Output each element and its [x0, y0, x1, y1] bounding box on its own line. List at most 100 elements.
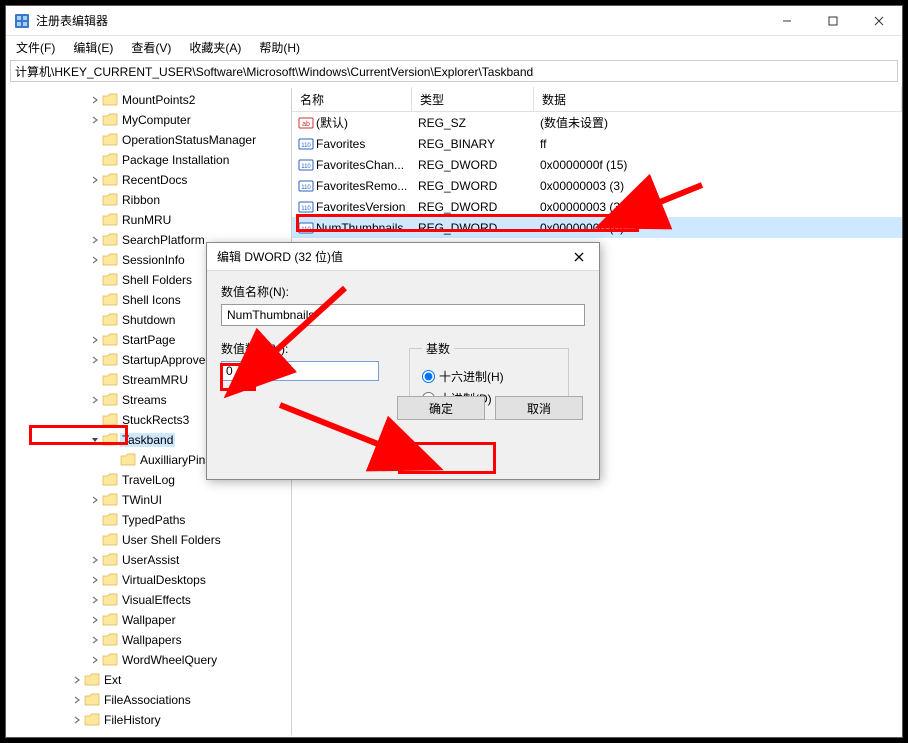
- value-name: NumThumbnails: [316, 221, 403, 235]
- folder-icon: [102, 413, 118, 427]
- caret-right-icon[interactable]: [88, 553, 102, 567]
- hex-radio-row[interactable]: 十六进制(H): [422, 365, 556, 387]
- tree-item[interactable]: MyComputer: [6, 110, 291, 130]
- tree-label: StuckRects3: [120, 413, 191, 427]
- tree-label: StreamMRU: [120, 373, 190, 387]
- caret-right-icon[interactable]: [88, 353, 102, 367]
- caret-none: [88, 533, 102, 547]
- folder-icon: [102, 253, 118, 267]
- folder-icon: [102, 533, 118, 547]
- tree-item[interactable]: OperationStatusManager: [6, 130, 291, 150]
- dialog-body: 数值名称(N): 数值数据(V): 基数 十六进制(H) 十进制(D) 确定: [207, 271, 599, 432]
- menu-favorites[interactable]: 收藏夹(A): [185, 37, 245, 58]
- caret-right-icon[interactable]: [70, 673, 84, 687]
- menu-file[interactable]: 文件(F): [12, 37, 59, 58]
- tree-item[interactable]: MountPoints2: [6, 90, 291, 110]
- list-row[interactable]: 110FavoritesREG_BINARYff: [292, 133, 902, 154]
- col-data[interactable]: 数据: [534, 87, 902, 112]
- caret-right-icon[interactable]: [70, 713, 84, 727]
- tree-item[interactable]: FileHistory: [6, 710, 291, 730]
- caret-right-icon[interactable]: [88, 253, 102, 267]
- tree-item[interactable]: VisualEffects: [6, 590, 291, 610]
- col-name[interactable]: 名称: [292, 87, 412, 112]
- list-row[interactable]: ab(默认)REG_SZ(数值未设置): [292, 112, 902, 133]
- tree-item[interactable]: TypedPaths: [6, 510, 291, 530]
- tree-item[interactable]: Wallpapers: [6, 630, 291, 650]
- value-name-input[interactable]: [221, 304, 585, 326]
- dialog-close-button[interactable]: [559, 243, 599, 271]
- tree-label: VisualEffects: [120, 593, 193, 607]
- tree-item[interactable]: Package Installation: [6, 150, 291, 170]
- cell-type: REG_DWORD: [412, 179, 534, 193]
- dialog-title: 编辑 DWORD (32 位)值: [217, 248, 559, 265]
- tree-item[interactable]: Ribbon: [6, 190, 291, 210]
- list-row[interactable]: 110NumThumbnailsREG_DWORD0x00000000 (0): [292, 217, 902, 238]
- tree-label: FileAssociations: [102, 693, 193, 707]
- tree-label: AuxilliaryPins: [138, 453, 213, 467]
- tree-label: FileHistory: [102, 713, 163, 727]
- address-bar[interactable]: 计算机\HKEY_CURRENT_USER\Software\Microsoft…: [10, 60, 898, 82]
- value-name: (默认): [316, 114, 348, 131]
- tree-item[interactable]: UserAssist: [6, 550, 291, 570]
- caret-right-icon[interactable]: [88, 653, 102, 667]
- folder-icon: [102, 433, 118, 447]
- caret-none: [88, 313, 102, 327]
- svg-text:ab: ab: [302, 121, 310, 128]
- svg-text:110: 110: [301, 185, 311, 191]
- folder-icon: [102, 113, 118, 127]
- caret-right-icon[interactable]: [88, 173, 102, 187]
- caret-right-icon[interactable]: [88, 93, 102, 107]
- caret-right-icon[interactable]: [88, 233, 102, 247]
- menu-edit[interactable]: 编辑(E): [69, 37, 117, 58]
- caret-right-icon[interactable]: [70, 693, 84, 707]
- caret-right-icon[interactable]: [88, 393, 102, 407]
- hex-label: 十六进制(H): [439, 368, 504, 385]
- dialog-titlebar: 编辑 DWORD (32 位)值: [207, 243, 599, 271]
- caret-right-icon[interactable]: [88, 113, 102, 127]
- cell-data: 0x00000000 (0): [534, 221, 902, 235]
- list-row[interactable]: 110FavoritesChan...REG_DWORD0x0000000f (…: [292, 154, 902, 175]
- tree-item[interactable]: RunMRU: [6, 210, 291, 230]
- caret-none: [88, 153, 102, 167]
- close-button[interactable]: [856, 6, 902, 36]
- tree-item[interactable]: RecentDocs: [6, 170, 291, 190]
- caret-right-icon[interactable]: [88, 333, 102, 347]
- tree-item[interactable]: TWinUI: [6, 490, 291, 510]
- value-data-input[interactable]: [221, 361, 379, 381]
- tree-label: RunMRU: [120, 213, 173, 227]
- tree-item[interactable]: FileAssociations: [6, 690, 291, 710]
- caret-right-icon[interactable]: [88, 593, 102, 607]
- tree-item[interactable]: User Shell Folders: [6, 530, 291, 550]
- folder-icon: [102, 613, 118, 627]
- caret-right-icon[interactable]: [88, 573, 102, 587]
- minimize-button[interactable]: [764, 6, 810, 36]
- cell-name: 110FavoritesRemo...: [292, 178, 412, 194]
- tree-item[interactable]: VirtualDesktops: [6, 570, 291, 590]
- folder-icon: [102, 493, 118, 507]
- caret-right-icon[interactable]: [88, 633, 102, 647]
- tree-label: Taskband: [120, 433, 175, 447]
- menubar: 文件(F) 编辑(E) 查看(V) 收藏夹(A) 帮助(H): [6, 36, 902, 58]
- col-type[interactable]: 类型: [412, 87, 534, 112]
- menu-view[interactable]: 查看(V): [127, 37, 175, 58]
- tree-label: Package Installation: [120, 153, 231, 167]
- menu-help[interactable]: 帮助(H): [255, 37, 304, 58]
- tree-item[interactable]: Wallpaper: [6, 610, 291, 630]
- tree-label: UserAssist: [120, 553, 181, 567]
- list-row[interactable]: 110FavoritesRemo...REG_DWORD0x00000003 (…: [292, 175, 902, 196]
- caret-right-icon[interactable]: [88, 613, 102, 627]
- value-data-label: 数值数据(V):: [221, 340, 379, 357]
- edit-dword-dialog: 编辑 DWORD (32 位)值 数值名称(N): 数值数据(V): 基数 十六…: [206, 242, 600, 480]
- cell-type: REG_DWORD: [412, 221, 534, 235]
- caret-right-icon[interactable]: [88, 493, 102, 507]
- tree-item[interactable]: WordWheelQuery: [6, 650, 291, 670]
- cell-data: (数值未设置): [534, 114, 902, 131]
- base-legend: 基数: [422, 340, 454, 357]
- cancel-button[interactable]: 取消: [495, 396, 583, 420]
- hex-radio[interactable]: [422, 370, 435, 383]
- ok-button[interactable]: 确定: [397, 396, 485, 420]
- maximize-button[interactable]: [810, 6, 856, 36]
- list-row[interactable]: 110FavoritesVersionREG_DWORD0x00000003 (…: [292, 196, 902, 217]
- caret-down-icon[interactable]: [88, 433, 102, 447]
- tree-item[interactable]: Ext: [6, 670, 291, 690]
